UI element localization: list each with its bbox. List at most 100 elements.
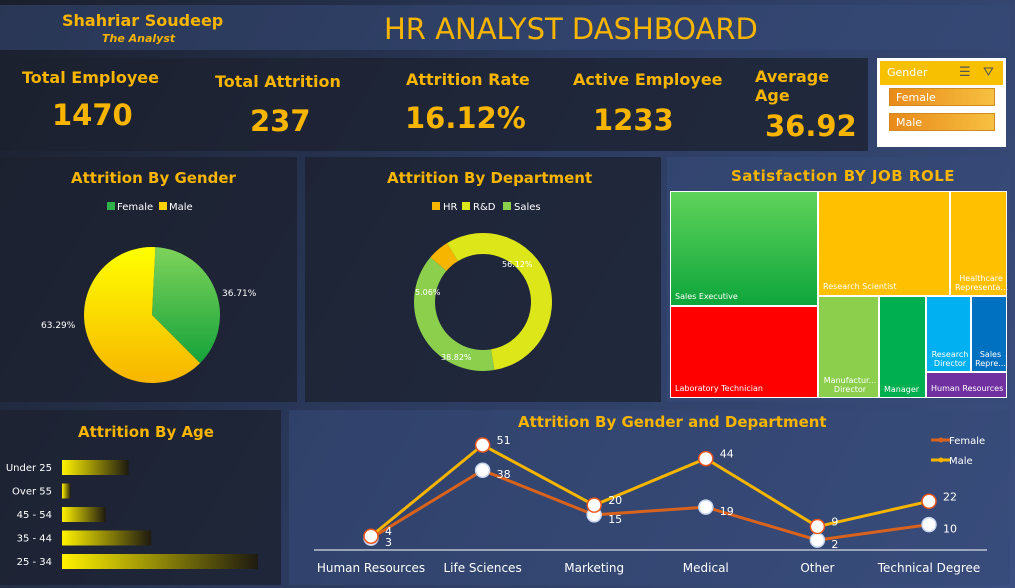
- kpi-active-employee-label: Active Employee: [573, 70, 723, 89]
- kpi-total-employee-label: Total Employee: [22, 68, 159, 87]
- pie-label-male: 63.29%: [41, 321, 76, 331]
- kpi-average-age-label: Average Age: [755, 67, 830, 105]
- x-tick-2: Marketing: [564, 561, 624, 575]
- age-bar-0[interactable]: [62, 460, 129, 475]
- treemap-cell-sales-representative[interactable]: Sales Repre...: [971, 296, 1007, 372]
- legend-sales: Sales: [514, 202, 541, 213]
- pie-label-female: 36.71%: [222, 289, 257, 299]
- treemap-cell-research-director[interactable]: Research Director: [926, 296, 971, 372]
- kpi-total-attrition-label: Total Attrition: [215, 72, 341, 91]
- legend-marker-female: [938, 437, 944, 443]
- treemap-label-sales-executive: Sales Executive: [675, 292, 738, 301]
- treemap-cell-human-resources[interactable]: Human Resources: [926, 372, 1007, 398]
- kpi-active-employee-value: 1233: [593, 103, 674, 137]
- treemap-cell-healthcare-representative[interactable]: Healthcare Representa...: [950, 191, 1009, 296]
- age-bar-1[interactable]: [62, 483, 71, 499]
- treemap-label-healthcare-representative: Healthcare Representa...: [955, 274, 1009, 292]
- legend-rd: R&D: [473, 202, 496, 213]
- attrition-by-department-panel: Attrition By Department HR R&D Sales 5.0…: [305, 157, 661, 402]
- slicer-item-female[interactable]: Female: [889, 88, 995, 106]
- gender-slicer: Gender ☰ ⛛ Female Male: [877, 58, 1006, 147]
- legend-female-line: Female: [949, 436, 985, 447]
- attrition-by-gender-panel: Attrition By Gender Female Male 36.71% 6…: [0, 157, 297, 402]
- age-bars: Under 25 Over 55 45 - 54 35 - 44 25 - 34: [6, 460, 258, 569]
- x-tick-4: Other: [800, 561, 834, 575]
- point-female-1[interactable]: [474, 462, 491, 478]
- point-female-4[interactable]: [809, 532, 826, 548]
- gender-department-line-chart: Female Male 33815192104512044922Human Re…: [314, 434, 987, 575]
- clear-filter-icon[interactable]: ⛛: [983, 65, 994, 80]
- point-female-3[interactable]: [698, 499, 714, 515]
- treemap-label-sales-representative: Sales Repre...: [975, 350, 1006, 368]
- kpi-total-attrition-value: 237: [250, 104, 311, 138]
- legend-swatch-male: [159, 202, 167, 210]
- data-label-male-0: 4: [385, 525, 392, 538]
- donut-label-sales: 38.82%: [441, 353, 472, 362]
- dashboard-title: HR ANALYST DASHBOARD: [384, 12, 758, 46]
- legend-swatch-rd: [462, 202, 470, 210]
- age-label-1: Over 55: [12, 487, 52, 498]
- donut-label-hr: 5.06%: [415, 288, 441, 297]
- point-male-4[interactable]: [809, 518, 826, 535]
- treemap-cell-laboratory-technician[interactable]: Laboratory Technician: [670, 306, 818, 398]
- slicer-header: Gender ☰ ⛛: [880, 61, 1003, 85]
- point-male-3[interactable]: [698, 450, 714, 467]
- treemap-label-manager: Manager: [884, 385, 920, 394]
- point-female-5[interactable]: [921, 516, 937, 533]
- gender-department-line-panel: Attrition By Gender and Department Femal…: [289, 410, 1010, 585]
- data-label-female-1: 38: [497, 468, 511, 481]
- legend-swatch-female: [107, 202, 115, 210]
- x-tick-1: Life Sciences: [443, 561, 521, 575]
- treemap-label-research-scientist: Research Scientist: [823, 282, 897, 291]
- age-label-4: 25 - 34: [17, 557, 52, 568]
- satisfaction-treemap-panel: Satisfaction BY JOB ROLE Sales Executive…: [667, 157, 1010, 402]
- treemap-cell-manufacturing-director[interactable]: Manufactur... Director: [818, 296, 879, 398]
- legend-male: Male: [169, 202, 193, 213]
- point-male-2[interactable]: [586, 497, 602, 513]
- point-male-5[interactable]: [921, 493, 937, 510]
- department-donut: [414, 233, 552, 371]
- author-name: Shahriar Soudeep: [62, 11, 224, 30]
- treemap-label-research-director: Research Director: [931, 350, 969, 368]
- treemap-label-human-resources: Human Resources: [931, 384, 1004, 393]
- slicer-title: Gender: [887, 66, 928, 79]
- data-label-female-3: 19: [720, 505, 734, 518]
- department-donut-chart: HR R&D Sales 5.06% 56.12% 38.82%: [414, 202, 552, 371]
- donut-label-rd: 56.12%: [502, 260, 533, 269]
- x-tick-5: Technical Degree: [877, 561, 981, 575]
- age-bar-4[interactable]: [62, 554, 258, 569]
- treemap-cell-sales-executive[interactable]: Sales Executive: [670, 191, 818, 306]
- legend-swatch-hr: [432, 202, 440, 210]
- author-subtitle: The Analyst: [102, 32, 176, 45]
- treemap-cell-manager[interactable]: Manager: [879, 296, 926, 398]
- kpi-total-employee-value: 1470: [52, 98, 133, 132]
- data-label-female-5: 10: [943, 523, 957, 536]
- data-label-female-4: 2: [831, 538, 838, 551]
- age-bar-2[interactable]: [62, 507, 106, 522]
- data-label-male-5: 22: [943, 490, 957, 503]
- line-chart-group: 33815192104512044922Human Resources Life …: [317, 434, 980, 575]
- data-label-male-4: 9: [831, 516, 838, 529]
- attrition-by-age-panel: Attrition By Age Under 25 Over 55 45 - 54 3…: [0, 410, 281, 585]
- data-label-male-3: 44: [720, 448, 734, 461]
- multi-select-icon[interactable]: ☰: [959, 65, 971, 80]
- legend-male-line: Male: [949, 456, 973, 467]
- point-male-0[interactable]: [363, 528, 379, 544]
- legend-hr: HR: [443, 202, 458, 213]
- satisfaction-treemap-title: Satisfaction BY JOB ROLE: [731, 167, 956, 185]
- age-bar-3[interactable]: [62, 530, 152, 546]
- treemap-cell-research-scientist[interactable]: Research Scientist: [818, 191, 950, 296]
- kpi-average-age-value: 36.92: [765, 109, 857, 143]
- treemap-label-manufacturing-director: Manufactur... Director: [823, 376, 877, 394]
- treemap-label-laboratory-technician: Laboratory Technician: [675, 384, 763, 393]
- kpi-panel: Total Employee 1470 Total Attrition 237 …: [0, 58, 868, 151]
- kpi-attrition-rate-value: 16.12%: [405, 101, 526, 135]
- line-series-male: [370, 443, 930, 538]
- gender-pie: [84, 246, 221, 383]
- point-male-1[interactable]: [474, 437, 491, 453]
- age-label-3: 35 - 44: [17, 534, 52, 545]
- data-label-male-2: 20: [608, 494, 622, 507]
- header-bar: Shahriar Soudeep The Analyst HR ANALYST …: [0, 5, 1010, 50]
- slicer-item-male[interactable]: Male: [889, 113, 995, 131]
- gender-pie-chart: Female Male 36.71% 63.29%: [41, 202, 257, 383]
